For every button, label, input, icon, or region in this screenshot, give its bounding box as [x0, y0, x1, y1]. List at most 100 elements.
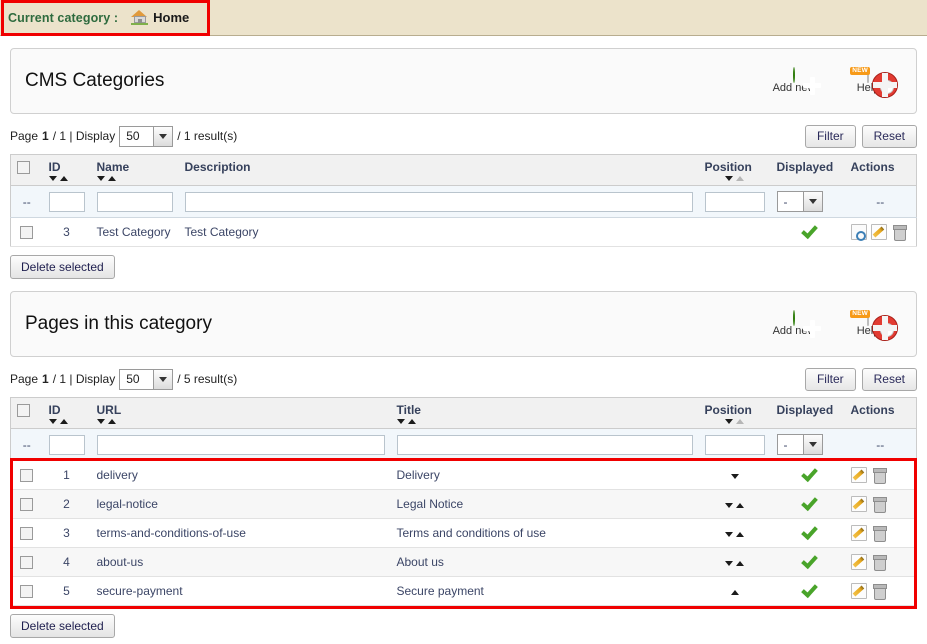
row-select-checkbox[interactable]	[20, 469, 33, 482]
edit-icon[interactable]	[851, 554, 867, 570]
categories-filter-actions: --	[845, 186, 917, 218]
categories-page-word: Page	[10, 129, 38, 143]
delete-icon[interactable]	[871, 583, 887, 599]
pages-filter-url-input[interactable]	[97, 435, 385, 455]
sort-asc-icon[interactable]	[736, 419, 744, 424]
pages-row-position	[699, 519, 771, 548]
delete-icon[interactable]	[891, 224, 907, 240]
pages-results-count: / 5 result(s)	[177, 372, 237, 386]
pages-paging: Page 1 / 1 | Display 50 / 5 result(s)	[10, 369, 805, 390]
sort-desc-icon[interactable]	[725, 419, 733, 424]
categories-add-new-button[interactable]: Add new	[766, 69, 822, 94]
pages-filter-title-input[interactable]	[397, 435, 693, 455]
delete-icon[interactable]	[871, 525, 887, 541]
pages-header-displayed: Displayed	[771, 398, 845, 429]
edit-icon[interactable]	[871, 224, 887, 240]
pages-help-button[interactable]: NEW Help	[840, 312, 896, 337]
plus-circle-icon	[793, 67, 795, 83]
categories-header-actions: Actions	[845, 155, 917, 186]
sort-desc-icon[interactable]	[49, 419, 57, 424]
pages-filter-id-input[interactable]	[49, 435, 85, 455]
categories-delete-selected-button[interactable]: Delete selected	[10, 255, 115, 279]
pages-display-select[interactable]: 50	[119, 369, 173, 390]
pages-filter-button[interactable]: Filter	[805, 368, 856, 391]
pages-select-all-checkbox[interactable]	[17, 404, 30, 417]
categories-filter-buttons: Filter Reset	[805, 125, 917, 148]
categories-filter-button[interactable]: Filter	[805, 125, 856, 148]
table-row[interactable]: 3 Test Category Test Category	[11, 218, 917, 247]
categories-help-button[interactable]: NEW Help	[840, 69, 896, 94]
categories-select-all-checkbox[interactable]	[17, 161, 30, 174]
edit-icon[interactable]	[851, 496, 867, 512]
categories-display-select[interactable]: 50	[119, 126, 173, 147]
categories-filter-position-input[interactable]	[705, 192, 765, 212]
sort-asc-icon[interactable]	[736, 176, 744, 181]
move-up-icon[interactable]	[731, 590, 739, 595]
pages-header-title: Title	[391, 398, 699, 429]
pages-row-displayed	[771, 577, 845, 606]
table-row[interactable]: 1deliveryDelivery	[11, 461, 917, 490]
edit-icon[interactable]	[851, 525, 867, 541]
sort-asc-icon[interactable]	[108, 176, 116, 181]
table-row[interactable]: 5secure-paymentSecure payment	[11, 577, 917, 606]
move-up-icon[interactable]	[736, 503, 744, 508]
pages-current-page: 1	[42, 372, 49, 386]
categories-filter-id-input[interactable]	[49, 192, 85, 212]
categories-filter-description-input[interactable]	[185, 192, 693, 212]
pages-header-url: URL	[91, 398, 391, 429]
edit-icon[interactable]	[851, 467, 867, 483]
table-row[interactable]: 4about-usAbout us	[11, 548, 917, 577]
row-select-checkbox[interactable]	[20, 498, 33, 511]
categories-filter-displayed-select[interactable]: -	[777, 191, 823, 212]
categories-sort-id	[49, 176, 85, 181]
pages-row-actions	[845, 577, 917, 606]
delete-icon[interactable]	[871, 496, 887, 512]
sort-desc-icon[interactable]	[97, 419, 105, 424]
pages-sort-position	[705, 419, 765, 424]
check-icon	[800, 524, 815, 539]
pages-filter-displayed-cell: -	[771, 429, 845, 461]
categories-header-id-label: ID	[49, 160, 61, 174]
table-row[interactable]: 3terms-and-conditions-of-useTerms and co…	[11, 519, 917, 548]
move-down-icon[interactable]	[725, 532, 733, 537]
row-select-checkbox[interactable]	[20, 556, 33, 569]
pages-panel-header: Pages in this category Add new NEW Help	[10, 291, 917, 357]
sort-asc-icon[interactable]	[108, 419, 116, 424]
categories-filter-name-input[interactable]	[97, 192, 173, 212]
move-down-icon[interactable]	[725, 503, 733, 508]
categories-filter-displayed-cell: -	[771, 186, 845, 218]
sort-desc-icon[interactable]	[397, 419, 405, 424]
sort-asc-icon[interactable]	[60, 419, 68, 424]
pages-row-title: Secure payment	[391, 577, 699, 606]
pages-add-new-button[interactable]: Add new	[766, 312, 822, 337]
pages-row-displayed	[771, 490, 845, 519]
delete-icon[interactable]	[871, 467, 887, 483]
move-up-icon[interactable]	[736, 532, 744, 537]
pages-delete-selected-button[interactable]: Delete selected	[10, 614, 115, 638]
sort-asc-icon[interactable]	[60, 176, 68, 181]
sort-desc-icon[interactable]	[49, 176, 57, 181]
row-select-checkbox[interactable]	[20, 585, 33, 598]
sort-desc-icon[interactable]	[725, 176, 733, 181]
pages-panel-title: Pages in this category	[25, 313, 766, 335]
categories-filter-description-cell	[179, 186, 699, 218]
pages-reset-button[interactable]: Reset	[862, 368, 917, 391]
cms-categories-table: ID Name Description Position	[10, 154, 917, 247]
pages-row-checkbox-cell	[11, 490, 43, 519]
edit-icon[interactable]	[851, 583, 867, 599]
sort-asc-icon[interactable]	[408, 419, 416, 424]
delete-icon[interactable]	[871, 554, 887, 570]
chevron-down-icon	[153, 127, 172, 146]
table-row[interactable]: 2legal-noticeLegal Notice	[11, 490, 917, 519]
details-icon[interactable]	[851, 224, 867, 240]
move-up-icon[interactable]	[736, 561, 744, 566]
row-select-checkbox[interactable]	[20, 226, 33, 239]
categories-reset-button[interactable]: Reset	[862, 125, 917, 148]
sort-desc-icon[interactable]	[97, 176, 105, 181]
move-down-icon[interactable]	[731, 474, 739, 479]
row-select-checkbox[interactable]	[20, 527, 33, 540]
move-down-icon[interactable]	[725, 561, 733, 566]
categories-display-value: 50	[126, 129, 153, 143]
pages-filter-position-input[interactable]	[705, 435, 765, 455]
pages-filter-displayed-select[interactable]: -	[777, 434, 823, 455]
